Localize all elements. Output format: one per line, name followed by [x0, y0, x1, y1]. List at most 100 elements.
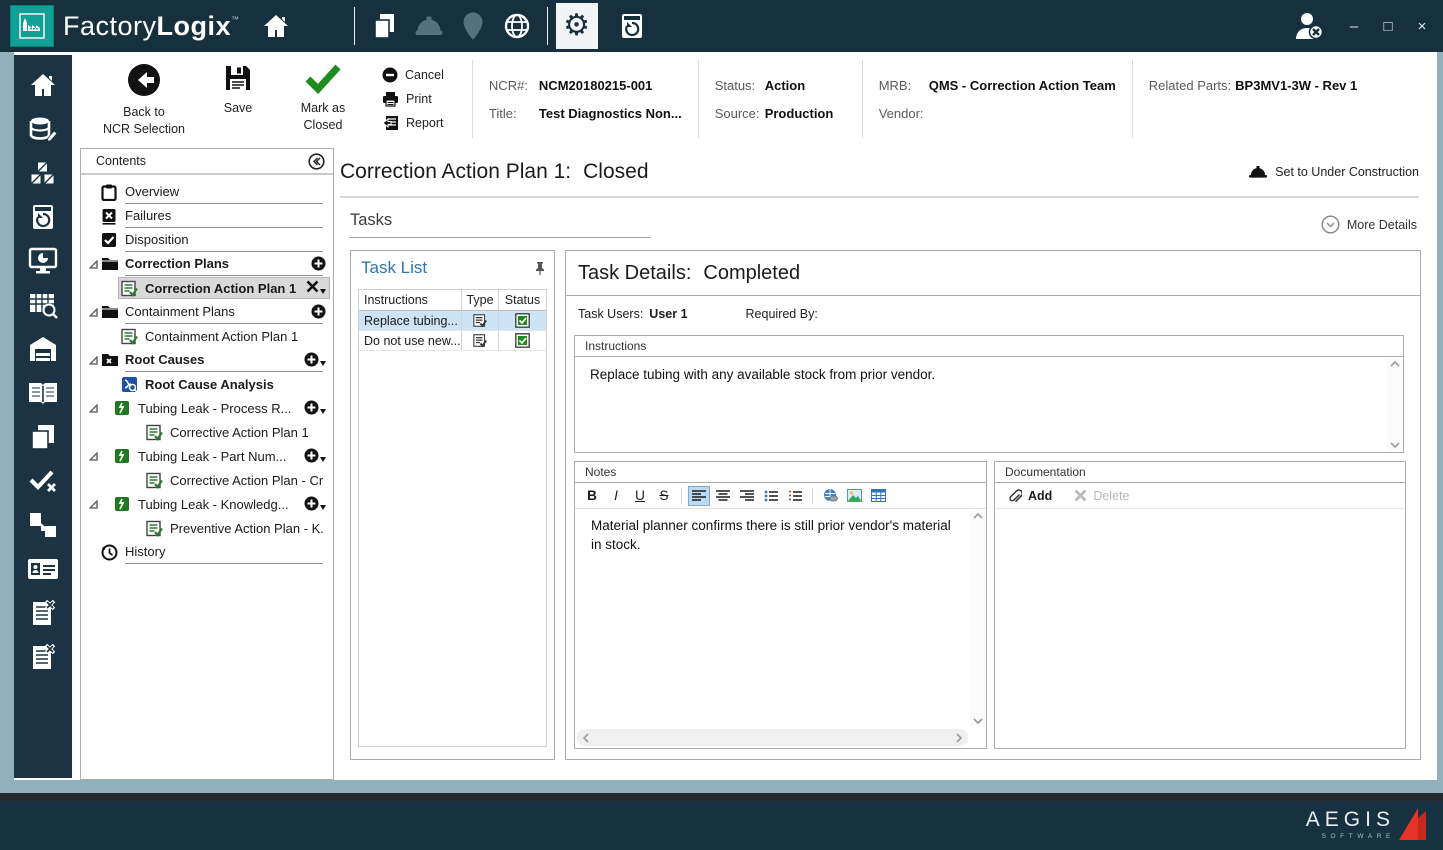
- col-instructions[interactable]: Instructions: [359, 293, 461, 307]
- checklist-remove-icon[interactable]: [26, 597, 60, 628]
- tree-item-history[interactable]: History: [81, 540, 333, 564]
- task-row-2[interactable]: Do not use new...: [359, 331, 546, 351]
- underline-button[interactable]: U: [629, 486, 651, 506]
- expander-icon[interactable]: [86, 452, 101, 461]
- table-search-icon[interactable]: [26, 289, 60, 320]
- add-plan-button[interactable]: [304, 448, 326, 463]
- tree-item-correction-plans[interactable]: Correction Plans: [81, 252, 333, 276]
- tree-item-failures[interactable]: Failures: [81, 204, 333, 228]
- history-book-icon[interactable]: [26, 201, 60, 232]
- transfer-icon[interactable]: [26, 509, 60, 540]
- add-root-cause-button[interactable]: [304, 352, 326, 367]
- col-status[interactable]: Status: [498, 290, 546, 310]
- insert-link-icon[interactable]: [819, 486, 841, 506]
- tree-item-tubing-leak-process[interactable]: Tubing Leak - Process R...: [81, 396, 333, 420]
- checklist-remove-icon-2[interactable]: [26, 641, 60, 672]
- bold-button[interactable]: B: [581, 486, 603, 506]
- add-plan-button[interactable]: [304, 496, 326, 511]
- delete-plan-button[interactable]: [306, 280, 326, 294]
- navigation-sidebar: [14, 55, 72, 778]
- italic-button[interactable]: I: [605, 486, 627, 506]
- add-plan-button[interactable]: [304, 400, 326, 415]
- expander-icon[interactable]: [86, 356, 101, 365]
- tree-item-preventive-action-plan-k[interactable]: Preventive Action Plan - K...: [81, 516, 333, 540]
- close-button[interactable]: ×: [1409, 13, 1435, 39]
- insert-table-icon[interactable]: [867, 486, 889, 506]
- documents-icon[interactable]: [363, 6, 407, 46]
- globe-icon[interactable]: [495, 6, 539, 46]
- history-clock-icon: [101, 544, 118, 561]
- save-button[interactable]: Save: [212, 52, 264, 146]
- documentation-list[interactable]: [995, 509, 1405, 748]
- tree-item-root-cause-analysis[interactable]: Root Cause Analysis: [81, 372, 333, 396]
- tree-item-correction-action-plan-1[interactable]: Correction Action Plan 1: [81, 276, 333, 300]
- numbered-list-button[interactable]: [784, 486, 806, 506]
- notes-vertical-scrollbar[interactable]: [970, 510, 985, 727]
- data-edit-icon[interactable]: [26, 113, 60, 144]
- bullet-list-button[interactable]: [760, 486, 782, 506]
- tree-item-disposition[interactable]: Disposition: [81, 228, 333, 252]
- folder-icon: [101, 304, 118, 321]
- blocks-icon[interactable]: [26, 157, 60, 188]
- col-type[interactable]: Type: [461, 290, 498, 310]
- align-right-button[interactable]: [736, 486, 758, 506]
- more-details-button[interactable]: More Details: [1321, 215, 1417, 238]
- action-plan-icon: [146, 520, 163, 537]
- report-button[interactable]: Report: [382, 115, 444, 131]
- notes-text[interactable]: Material planner confirms there is still…: [575, 509, 986, 563]
- check-x-icon[interactable]: [26, 465, 60, 496]
- expander-icon[interactable]: [86, 308, 101, 317]
- tree-item-corrective-action-plan-cr[interactable]: Corrective Action Plan - Cr...: [81, 468, 333, 492]
- home-icon[interactable]: [254, 6, 298, 46]
- add-plan-button[interactable]: [311, 304, 326, 319]
- related-parts-label: Related Parts:: [1149, 78, 1231, 93]
- aegis-flag-icon: [1397, 804, 1427, 844]
- back-icon: [126, 62, 162, 98]
- notes-horizontal-scrollbar[interactable]: [577, 729, 968, 746]
- logout-user-icon[interactable]: [1287, 6, 1331, 46]
- instructions-scrollbar[interactable]: [1387, 358, 1402, 451]
- collapse-panel-icon[interactable]: [308, 153, 325, 170]
- location-pin-icon[interactable]: [451, 6, 495, 46]
- add-document-button[interactable]: Add: [1007, 488, 1052, 503]
- copy-pages-icon[interactable]: [26, 421, 60, 452]
- print-button[interactable]: Print: [382, 91, 444, 107]
- expander-icon[interactable]: [86, 260, 101, 269]
- minimize-button[interactable]: –: [1341, 13, 1367, 39]
- delete-document-button[interactable]: Delete: [1074, 489, 1129, 503]
- insert-image-icon[interactable]: [843, 486, 865, 506]
- dashboard-monitor-icon[interactable]: [26, 245, 60, 276]
- tree-item-containment-action-plan-1[interactable]: Containment Action Plan 1: [81, 324, 333, 348]
- task-row-1[interactable]: Replace tubing...: [359, 311, 546, 331]
- align-center-button[interactable]: [712, 486, 734, 506]
- hardhat-icon[interactable]: [407, 6, 451, 46]
- title-label: Title:: [489, 106, 535, 121]
- tree-item-corrective-action-plan-1[interactable]: Corrective Action Plan 1: [81, 420, 333, 444]
- back-to-ncr-selection-button[interactable]: Back toNCR Selection: [98, 52, 190, 146]
- cancel-button[interactable]: Cancel: [382, 67, 444, 83]
- maximize-button[interactable]: □: [1375, 13, 1401, 39]
- mark-as-closed-button[interactable]: Mark asClosed: [290, 52, 356, 146]
- expander-icon[interactable]: [86, 500, 101, 509]
- tree-item-tubing-leak-knowledge[interactable]: Tubing Leak - Knowledg...: [81, 492, 333, 516]
- notes-title: Notes: [575, 462, 986, 483]
- process-history-icon[interactable]: [610, 6, 654, 46]
- checkbox-icon: [101, 232, 118, 249]
- settings-gear-icon[interactable]: ⚙: [556, 3, 598, 49]
- tree-item-root-causes[interactable]: Root Causes: [81, 348, 333, 372]
- expander-icon[interactable]: [86, 404, 101, 413]
- home-nav-icon[interactable]: [26, 69, 60, 100]
- title-value: Test Diagnostics Non...: [539, 106, 682, 121]
- pin-icon[interactable]: [534, 261, 546, 275]
- strikethrough-button[interactable]: S: [653, 486, 675, 506]
- add-plan-button[interactable]: [311, 256, 326, 271]
- warehouse-icon[interactable]: [26, 333, 60, 364]
- tree-item-overview[interactable]: Overview: [81, 180, 333, 204]
- id-card-icon[interactable]: [26, 553, 60, 584]
- set-under-construction-button[interactable]: Set to Under Construction: [1248, 164, 1419, 180]
- tree-item-tubing-leak-part-number[interactable]: Tubing Leak - Part Num...: [81, 444, 333, 468]
- task-details-panel: Task Details:Completed Task Users: User …: [565, 250, 1421, 760]
- align-left-button[interactable]: [688, 486, 710, 506]
- book-open-icon[interactable]: [26, 377, 60, 408]
- tree-item-containment-plans[interactable]: Containment Plans: [81, 300, 333, 324]
